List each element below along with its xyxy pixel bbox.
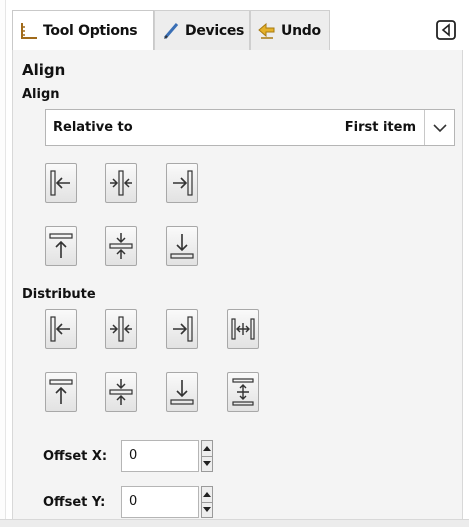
distribute-vertical-gaps-button[interactable] <box>227 372 259 412</box>
offset-y-stepper[interactable] <box>201 486 213 518</box>
align-top-edge-icon <box>49 233 73 258</box>
relative-to-dropdown[interactable]: Relative to First item <box>45 109 455 146</box>
tab-tool-options[interactable]: Tool Options <box>12 10 154 50</box>
distribute-center-button[interactable] <box>105 309 137 349</box>
distribute-left-button[interactable] <box>45 309 77 349</box>
distribute-middle-button[interactable] <box>105 372 137 412</box>
offset-x-label: Offset X: <box>43 449 108 464</box>
tab-label: Devices <box>185 22 245 39</box>
distribute-left-edges-icon <box>50 316 70 342</box>
offset-y-field[interactable]: 0 <box>121 486 199 518</box>
offset-y-label: Offset Y: <box>43 495 106 510</box>
distribute-bottom-edges-icon <box>170 380 194 405</box>
align-bottom-edge-icon <box>170 234 194 259</box>
distribute-centers-horizontal-icon <box>110 316 132 342</box>
offset-x-stepper[interactable] <box>201 440 213 472</box>
distribute-bottom-button[interactable] <box>166 372 198 412</box>
relative-to-value: First item <box>344 120 416 135</box>
spin-up-icon[interactable] <box>202 487 212 502</box>
distribute-right-edges-icon <box>173 316 193 342</box>
distribute-even-vertical-gaps-icon <box>232 378 254 406</box>
distribute-even-horizontal-gaps-icon <box>231 318 255 340</box>
spin-down-icon[interactable] <box>202 455 212 472</box>
offset-y-value: 0 <box>129 494 138 509</box>
align-left-button[interactable] <box>45 163 77 203</box>
spin-up-icon[interactable] <box>202 441 212 456</box>
configure-tab-icon[interactable] <box>435 19 457 41</box>
distribute-top-button[interactable] <box>45 372 77 412</box>
align-right-button[interactable] <box>166 163 198 203</box>
distribute-section-label: Distribute <box>22 287 96 302</box>
window-edge <box>0 0 6 527</box>
offset-x-value: 0 <box>129 448 138 463</box>
tab-devices[interactable]: Devices <box>154 10 250 50</box>
distribute-right-button[interactable] <box>166 309 198 349</box>
align-section-label: Align <box>22 87 60 102</box>
window-bottom-edge <box>0 519 469 527</box>
align-top-button[interactable] <box>45 226 77 266</box>
distribute-top-edges-icon <box>49 379 73 404</box>
align-bottom-button[interactable] <box>166 226 198 266</box>
tab-label: Tool Options <box>43 22 138 39</box>
pen-icon <box>161 21 181 41</box>
offset-x-field[interactable]: 0 <box>121 440 199 472</box>
chevron-down-icon[interactable] <box>424 110 454 145</box>
align-middle-vertical-icon <box>109 233 133 259</box>
panel-title: Align <box>22 61 66 79</box>
align-middle-button[interactable] <box>105 226 137 266</box>
distribute-centers-vertical-icon <box>109 379 133 405</box>
align-left-edge-icon <box>50 170 70 196</box>
tab-label: Undo <box>281 22 321 39</box>
align-right-edge-icon <box>173 170 193 196</box>
undo-arrow-icon <box>257 21 277 41</box>
relative-to-label: Relative to <box>53 120 133 135</box>
spin-down-icon[interactable] <box>202 501 212 518</box>
align-center-horizontal-icon <box>110 170 132 196</box>
align-center-button[interactable] <box>105 163 137 203</box>
tool-options-icon <box>19 21 39 41</box>
tab-undo[interactable]: Undo <box>250 10 330 50</box>
dock-tab-bar: Tool Options Devices Undo <box>12 10 463 50</box>
tool-options-panel: Align Align Relative to First item Distr… <box>12 50 463 519</box>
distribute-horizontal-gaps-button[interactable] <box>227 309 259 349</box>
